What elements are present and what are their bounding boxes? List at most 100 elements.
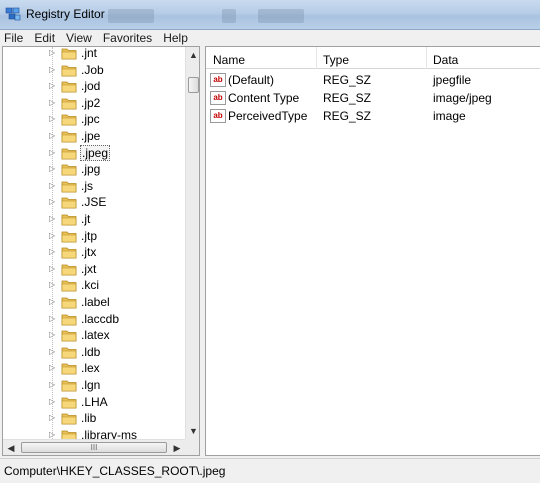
- scroll-left-arrow-icon[interactable]: ◀: [3, 440, 19, 455]
- tree-item-label: .js: [81, 178, 93, 193]
- expand-arrow-icon[interactable]: ▷: [49, 247, 57, 257]
- menu-edit[interactable]: Edit: [34, 31, 55, 45]
- folder-icon: [61, 197, 77, 209]
- expand-arrow-icon[interactable]: ▷: [49, 380, 57, 390]
- window-title: Registry Editor: [26, 7, 105, 21]
- tree-item[interactable]: ▷ .jod: [3, 78, 185, 95]
- expand-arrow-icon[interactable]: ▷: [49, 164, 57, 174]
- folder-icon: [61, 98, 77, 110]
- tree-item[interactable]: ▷ .jpg: [3, 161, 185, 178]
- value-name: Content Type: [228, 91, 300, 105]
- background-blur: [222, 9, 236, 23]
- column-type[interactable]: Type: [323, 53, 349, 67]
- status-bar: Computer\HKEY_CLASSES_ROOT\.jpeg: [0, 458, 540, 483]
- tree-vertical-scrollbar[interactable]: ▲ ▼: [185, 47, 199, 439]
- expand-arrow-icon[interactable]: ▷: [49, 297, 57, 307]
- tree-item-label: .laccdb: [81, 311, 120, 326]
- column-name[interactable]: Name: [213, 53, 245, 67]
- tree-horizontal-scrollbar[interactable]: ◀ III ▶: [3, 439, 185, 455]
- tree-item-label: .jpg: [81, 162, 101, 177]
- tree-item[interactable]: ▷ .jp2: [3, 95, 185, 112]
- scrollbar-corner: [185, 439, 199, 455]
- scroll-thumb[interactable]: [188, 77, 199, 93]
- expand-arrow-icon[interactable]: ▷: [49, 131, 57, 141]
- tree-item[interactable]: ▷ .jpc: [3, 111, 185, 128]
- tree-item[interactable]: ▷ .kci: [3, 277, 185, 294]
- tree-item[interactable]: ▷ .JSE: [3, 194, 185, 211]
- tree-item[interactable]: ▷ .Job: [3, 62, 185, 79]
- tree-item[interactable]: ▷ .lex: [3, 360, 185, 377]
- value-row[interactable]: ab PerceivedType REG_SZ image: [206, 107, 540, 125]
- tree-item[interactable]: ▷ .lgn: [3, 377, 185, 394]
- tree-item[interactable]: ▷ .lib: [3, 410, 185, 427]
- menu-favorites[interactable]: Favorites: [103, 31, 152, 45]
- expand-arrow-icon[interactable]: ▷: [49, 314, 57, 324]
- expand-arrow-icon[interactable]: ▷: [49, 397, 57, 407]
- value-data: image/jpeg: [433, 91, 492, 105]
- expand-arrow-icon[interactable]: ▷: [49, 181, 57, 191]
- expand-arrow-icon[interactable]: ▷: [49, 264, 57, 274]
- scroll-down-arrow-icon[interactable]: ▼: [186, 423, 199, 439]
- value-type: REG_SZ: [323, 109, 372, 123]
- column-divider[interactable]: [316, 47, 317, 69]
- values-pane[interactable]: Name Type Data ab (Default) REG_SZ jpegfile…: [205, 46, 540, 456]
- tree-item[interactable]: ▷ .jtx: [3, 244, 185, 261]
- expand-arrow-icon[interactable]: ▷: [49, 363, 57, 373]
- tree-item-label: .jnt: [81, 46, 98, 60]
- tree-item[interactable]: ▷ .jxt: [3, 261, 185, 278]
- tree-item[interactable]: ▷ .laccdb: [3, 311, 185, 328]
- value-data: jpegfile: [433, 73, 472, 87]
- tree-item[interactable]: ▷ .label: [3, 294, 185, 311]
- expand-arrow-icon[interactable]: ▷: [49, 81, 57, 91]
- background-blur: [258, 9, 304, 23]
- tree-item[interactable]: ▷ .jnt: [3, 46, 185, 62]
- menu-view[interactable]: View: [66, 31, 92, 45]
- scroll-up-arrow-icon[interactable]: ▲: [186, 47, 199, 63]
- value-type: REG_SZ: [323, 73, 372, 87]
- tree-item[interactable]: ▷ .js: [3, 178, 185, 195]
- expand-arrow-icon[interactable]: ▷: [49, 98, 57, 108]
- expand-arrow-icon[interactable]: ▷: [49, 148, 57, 158]
- menu-help[interactable]: Help: [163, 31, 188, 45]
- tree-item-label: .label: [81, 295, 110, 309]
- folder-icon: [61, 314, 77, 325]
- expand-arrow-icon[interactable]: ▷: [49, 114, 57, 124]
- expand-arrow-icon[interactable]: ▷: [49, 330, 57, 340]
- expand-arrow-icon[interactable]: ▷: [49, 65, 57, 75]
- tree-item-label: .jpe: [81, 129, 101, 143]
- title-bar[interactable]: Registry Editor: [0, 0, 540, 30]
- column-data[interactable]: Data: [433, 53, 458, 67]
- expand-arrow-icon[interactable]: ▷: [49, 347, 57, 357]
- tree-item-label: .jpeg: [80, 144, 111, 161]
- folder-icon: [61, 164, 77, 176]
- scroll-right-arrow-icon[interactable]: ▶: [169, 440, 185, 455]
- tree-item[interactable]: ▷ .ldb: [3, 344, 185, 361]
- tree-item-label: .jtx: [81, 245, 97, 260]
- tree-item-label: .jtp: [81, 228, 98, 243]
- column-divider[interactable]: [426, 47, 427, 69]
- expand-arrow-icon[interactable]: ▷: [49, 413, 57, 423]
- value-row[interactable]: ab Content Type REG_SZ image/jpeg: [206, 89, 540, 107]
- tree-item[interactable]: ▷ .jtp: [3, 228, 185, 245]
- expand-arrow-icon[interactable]: ▷: [49, 48, 57, 58]
- current-key-path: Computer\HKEY_CLASSES_ROOT\.jpeg: [4, 464, 226, 478]
- value-name: PerceivedType: [228, 109, 308, 123]
- tree-item[interactable]: ▷ .jt: [3, 211, 185, 228]
- tree-item[interactable]: ▷ .jpe: [3, 128, 185, 145]
- scroll-thumb-horizontal[interactable]: III: [21, 442, 167, 453]
- key-tree-pane[interactable]: ▷ .jnt ▷ .Job ▷ .jod ▷ .jp2 ▷ .jpc ▷ .jpe ▷ .jpeg ▷ .jp…: [2, 46, 200, 456]
- expand-arrow-icon[interactable]: ▷: [49, 280, 57, 290]
- tree-item-label: .lib: [81, 411, 97, 426]
- expand-arrow-icon[interactable]: ▷: [49, 231, 57, 241]
- tree-item[interactable]: ▷ .jpeg: [3, 144, 185, 162]
- tree-item[interactable]: ▷ .LHA: [3, 394, 185, 411]
- expand-arrow-icon[interactable]: ▷: [49, 214, 57, 224]
- tree-item-label: .lex: [81, 361, 100, 376]
- folder-icon: [61, 181, 77, 193]
- string-value-icon: ab: [210, 73, 226, 87]
- expand-arrow-icon[interactable]: ▷: [49, 197, 57, 207]
- tree-item-label: .lgn: [81, 378, 101, 392]
- menu-file[interactable]: File: [4, 31, 23, 45]
- value-row[interactable]: ab (Default) REG_SZ jpegfile: [206, 71, 540, 89]
- tree-item[interactable]: ▷ .latex: [3, 327, 185, 344]
